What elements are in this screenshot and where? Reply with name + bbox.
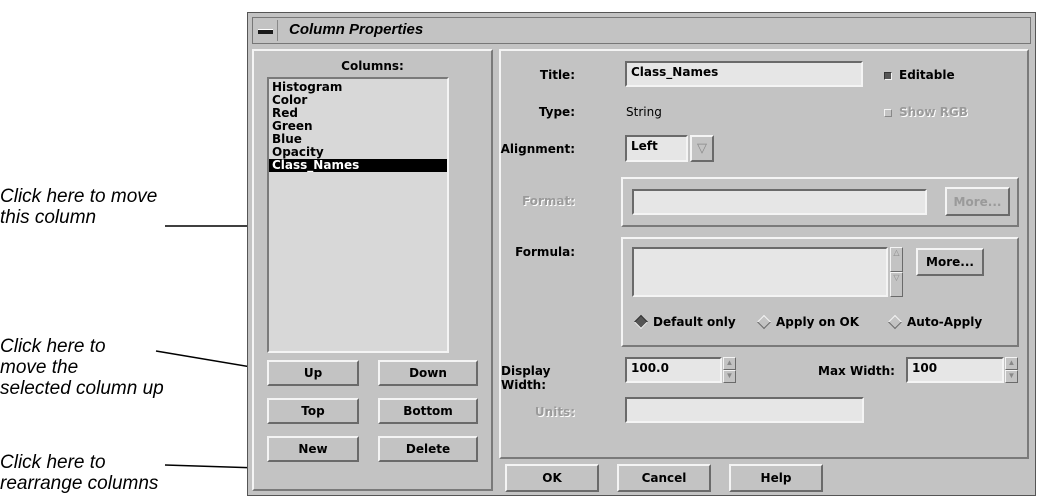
editable-checkbox[interactable]: Editable (884, 68, 955, 82)
formula-more-button[interactable]: More... (916, 248, 984, 276)
properties-panel: Title: Class_Names Editable Type: String… (499, 49, 1029, 459)
window-menu-button[interactable] (255, 20, 278, 41)
bottom-button[interactable]: Bottom (378, 398, 478, 424)
format-more-button[interactable]: More... (945, 187, 1010, 216)
annotation-move-up: Click here to move the selected column u… (0, 336, 164, 399)
type-value: String (626, 105, 662, 119)
units-input[interactable] (625, 397, 864, 423)
columns-heading: Columns: (341, 59, 404, 73)
top-button[interactable]: Top (267, 398, 359, 424)
title-input[interactable]: Class_Names (625, 61, 863, 87)
help-button[interactable]: Help (729, 464, 823, 492)
type-label: Type: (538, 105, 575, 119)
decrement-icon[interactable]: ▼ (1005, 370, 1018, 383)
chevron-down-icon: ▽ (697, 141, 707, 156)
scroll-up-icon[interactable]: △ (890, 247, 903, 272)
editable-label: Editable (899, 68, 955, 82)
formula-label: Formula: (515, 245, 575, 259)
max-width-stepper[interactable]: ▲ ▼ (1005, 357, 1018, 383)
formula-scroll[interactable]: △ ▽ (890, 247, 903, 297)
cancel-button[interactable]: Cancel (617, 464, 711, 492)
radio-icon (756, 314, 772, 330)
display-width-input[interactable]: 100.0 (625, 357, 722, 383)
max-width-label: Max Width: (818, 364, 895, 378)
annotation-rearrange: Click here to rearrange columns (0, 452, 159, 494)
radio-icon (887, 314, 903, 330)
down-button[interactable]: Down (378, 360, 478, 386)
alignment-value: Left (631, 139, 658, 153)
increment-icon[interactable]: ▲ (723, 357, 736, 370)
increment-icon[interactable]: ▲ (1005, 357, 1018, 370)
display-width-stepper[interactable]: ▲ ▼ (723, 357, 736, 383)
show-rgb-check-icon (884, 108, 892, 117)
format-input[interactable] (632, 189, 927, 215)
apply-on-ok-radio[interactable]: Apply on OK (756, 314, 860, 330)
alignment-select[interactable]: Left (625, 135, 688, 162)
list-item-selected[interactable]: Class_Names (269, 159, 447, 172)
annotation-move-column: Click here to move this column (0, 186, 158, 228)
format-label: Format: (521, 194, 575, 208)
columns-list[interactable]: Histogram Color Red Green Blue Opacity C… (267, 77, 449, 353)
new-button[interactable]: New (267, 436, 359, 462)
display-width-label: Display Width: (501, 364, 551, 392)
up-button[interactable]: Up (267, 360, 359, 386)
title-label: Title: (539, 68, 575, 82)
alignment-label: Alignment: (500, 142, 575, 156)
title-bar[interactable]: Column Properties (252, 17, 1031, 44)
default-only-radio[interactable]: Default only (633, 314, 736, 330)
default-only-label: Default only (653, 315, 736, 329)
editable-check-icon (884, 71, 892, 80)
max-width-input[interactable]: 100 (906, 357, 1004, 383)
alignment-dropdown-button[interactable]: ▽ (690, 135, 714, 162)
auto-apply-label: Auto-Apply (907, 315, 983, 329)
scroll-down-icon[interactable]: ▽ (890, 272, 903, 297)
window-title: Column Properties (289, 21, 424, 38)
formula-input[interactable] (632, 247, 888, 297)
radio-selected-icon (633, 314, 649, 330)
show-rgb-checkbox[interactable]: Show RGB (884, 105, 968, 119)
apply-on-ok-label: Apply on OK (776, 315, 860, 329)
decrement-icon[interactable]: ▼ (723, 370, 736, 383)
delete-button[interactable]: Delete (378, 436, 478, 462)
columns-panel: Columns: Histogram Color Red Green Blue … (252, 49, 493, 491)
window-menu-icon (258, 29, 273, 34)
auto-apply-radio[interactable]: Auto-Apply (887, 314, 983, 330)
column-properties-dialog: Column Properties Columns: Histogram Col… (247, 12, 1036, 496)
units-label: Units: (534, 405, 575, 419)
ok-button[interactable]: OK (505, 464, 599, 492)
show-rgb-label: Show RGB (899, 105, 968, 119)
